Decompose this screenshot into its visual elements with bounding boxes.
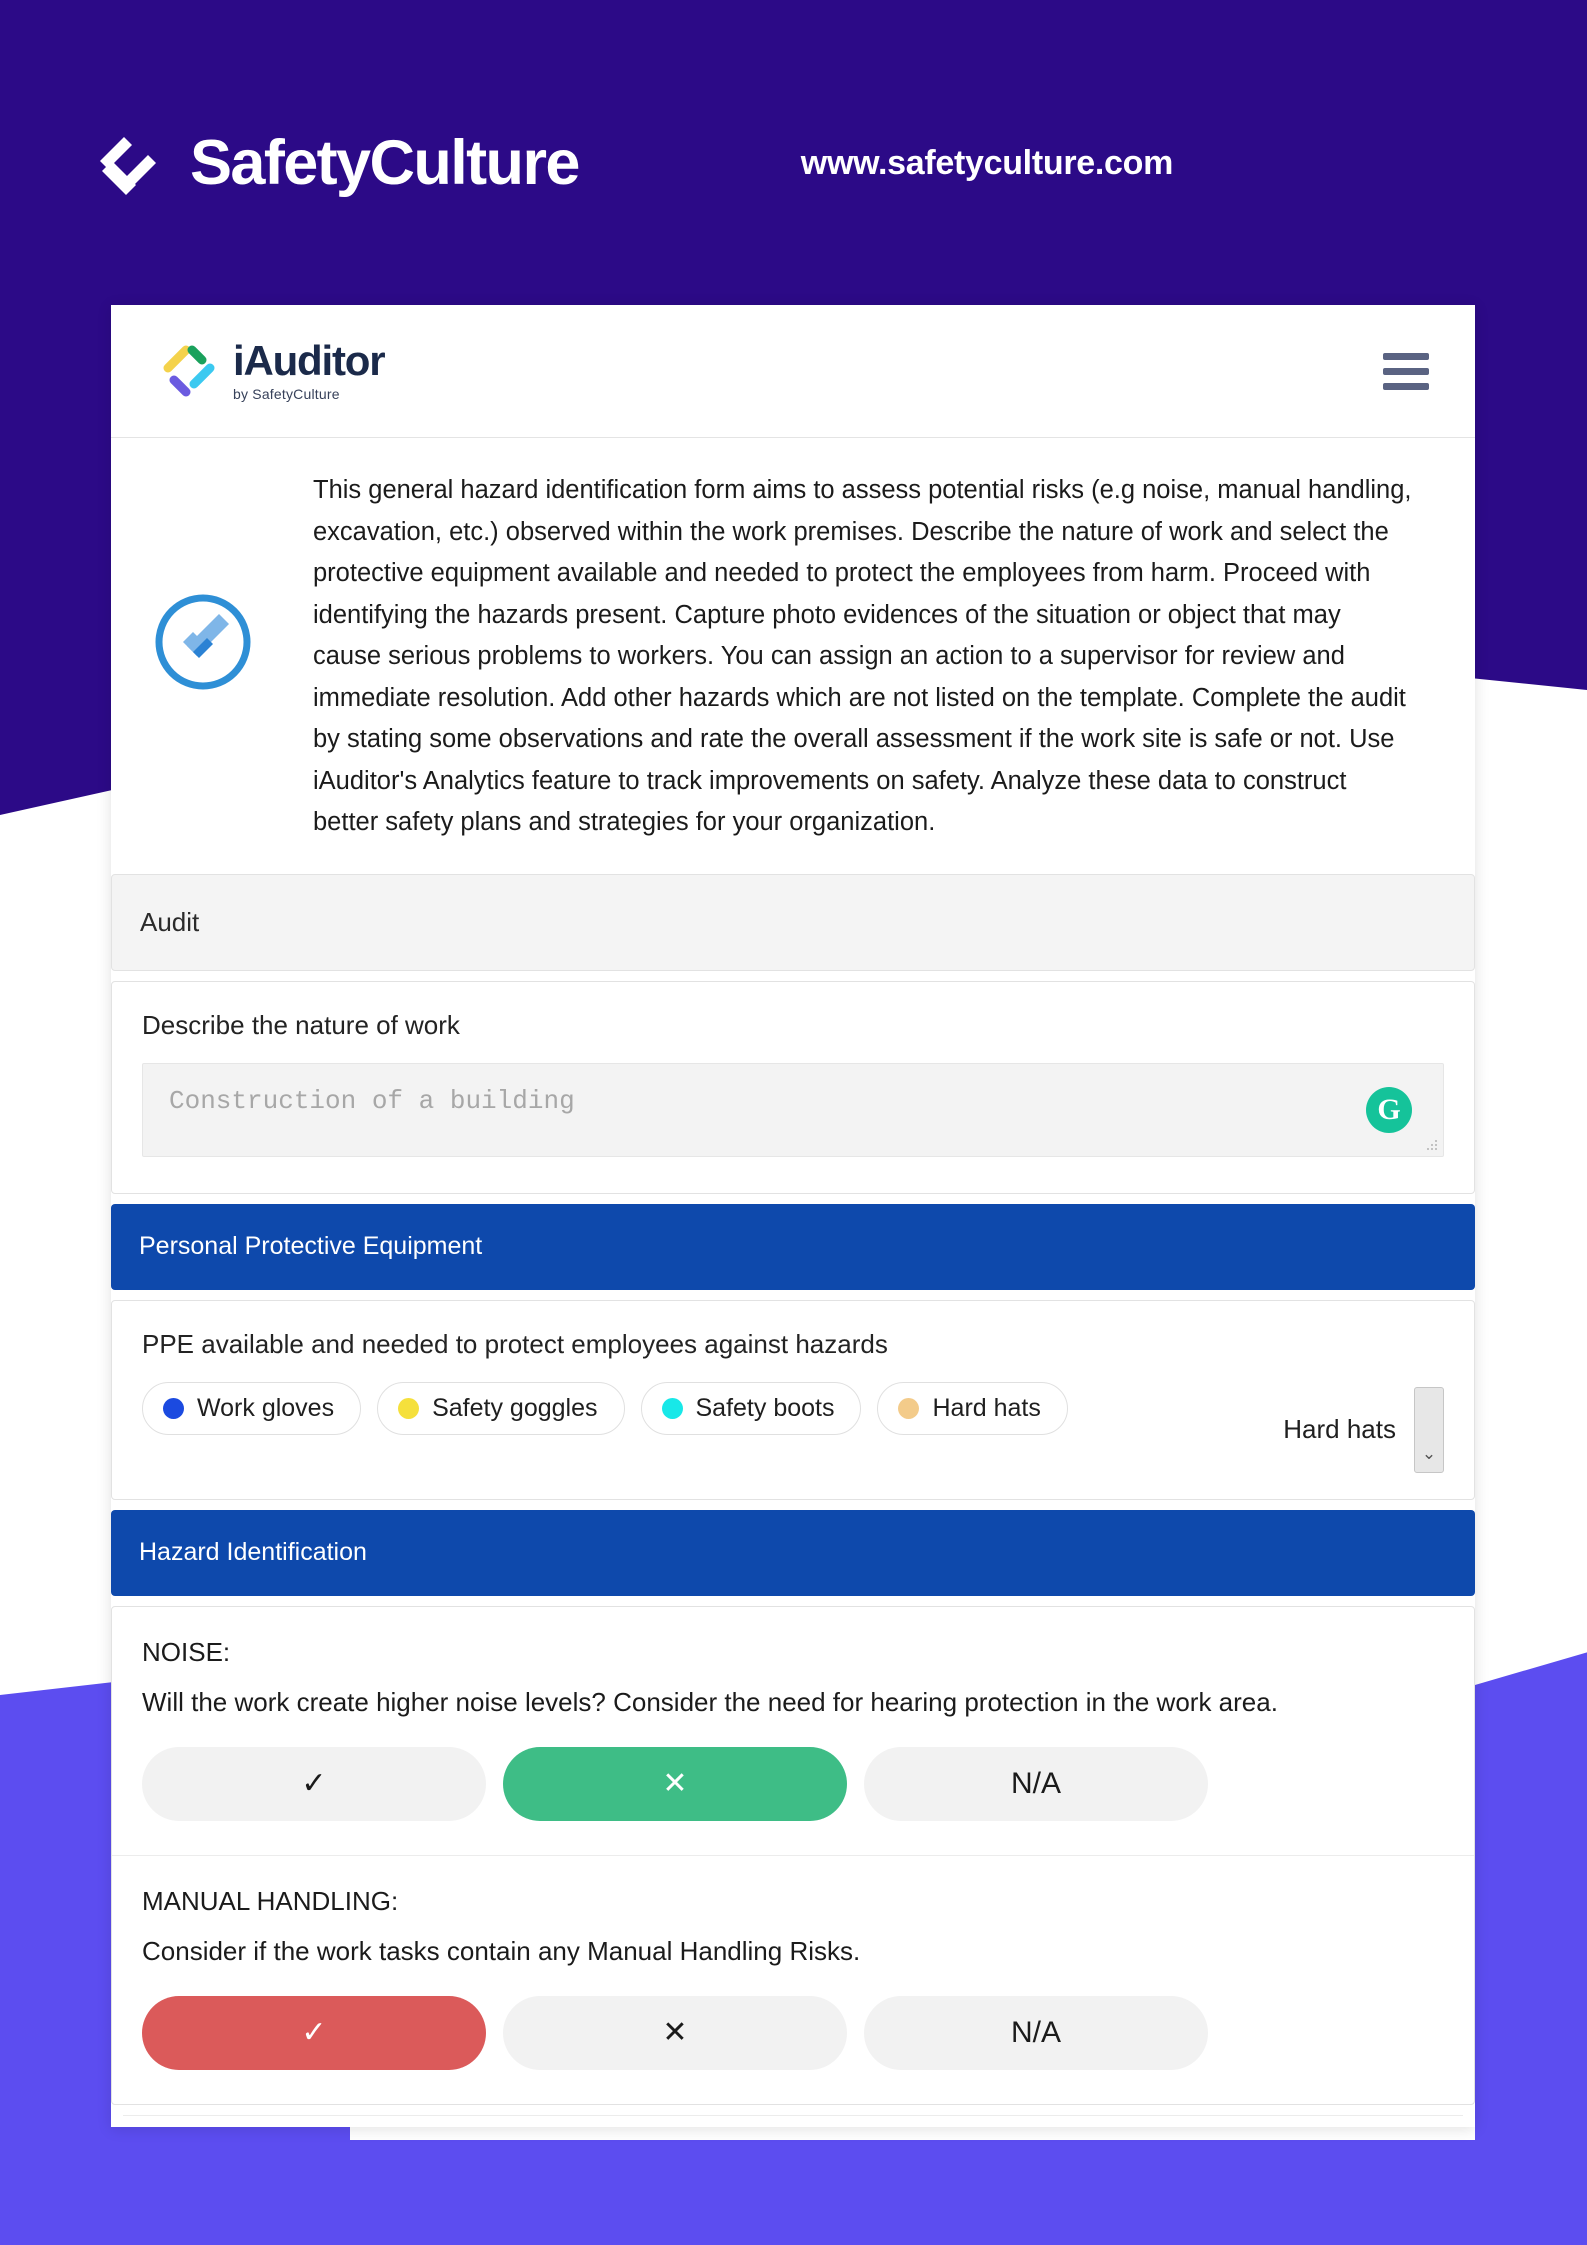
brand-wordmark: SafetyCulture [190, 127, 580, 198]
ppe-color-dot [661, 1397, 683, 1419]
ppe-chip-label: Hard hats [932, 1393, 1041, 1422]
hazard-question-title: MANUAL HANDLING: [142, 1885, 399, 1916]
hamburger-bar [1383, 352, 1429, 360]
answer-option-na[interactable]: N/A [864, 1995, 1208, 2070]
ppe-dropdown[interactable]: Hard hats ⌄ [1253, 1329, 1444, 1473]
template-description-text: This general hazard identification form … [313, 476, 1412, 836]
hamburger-menu-icon[interactable] [1383, 352, 1429, 390]
section-header-hazard-label: Hazard Identification [139, 1538, 367, 1566]
ppe-selected-value: Hard hats [1283, 1414, 1396, 1444]
app-card: iAuditor by SafetyCulture This general h… [111, 305, 1475, 2127]
ppe-chip-safety-boots[interactable]: Safety boots [640, 1381, 862, 1435]
ppe-question: PPE available and needed to protect empl… [142, 1328, 888, 1359]
answer-option-no[interactable]: ✕ [503, 1995, 847, 2070]
answer-option-na[interactable]: N/A [864, 1746, 1208, 1821]
section-header-audit[interactable]: Audit [111, 873, 1475, 971]
answer-option-yes[interactable]: ✓ [142, 1995, 486, 2070]
ppe-chip-label: Work gloves [197, 1393, 335, 1422]
answer-option-yes[interactable]: ✓ [142, 1746, 486, 1821]
nature-of-work-input-wrap: Construction of a building G [112, 1041, 1474, 1193]
card-bottom-divider [123, 2114, 1463, 2116]
hazard-answer-group: ✓ ✕ N/A [142, 1746, 1444, 1821]
hazard-question-manual-handling: MANUAL HANDLING: Consider if the work ta… [112, 1854, 1474, 2104]
chevron-down-icon[interactable]: ⌄ [1414, 1386, 1444, 1473]
hazard-question-noise: NOISE: Will the work create higher noise… [112, 1607, 1474, 1855]
background-shape-purple-bottom [0, 2140, 1587, 2245]
hazard-answer-group: ✓ ✕ N/A [142, 1995, 1444, 2070]
ppe-color-dot [398, 1397, 420, 1419]
resize-grip-icon[interactable] [1426, 1139, 1438, 1151]
ppe-option-chips: Work gloves Safety goggles Safety boots [142, 1381, 1253, 1435]
na-label: N/A [1010, 2015, 1061, 2049]
safetyculture-chevron-logo-icon [92, 127, 164, 199]
section-header-audit-label: Audit [140, 906, 200, 937]
app-bar: iAuditor by SafetyCulture [111, 305, 1475, 438]
iauditor-text: iAuditor by SafetyCulture [233, 337, 386, 403]
ppe-chip-hard-hats[interactable]: Hard hats [877, 1381, 1068, 1435]
template-description-block: This general hazard identification form … [111, 438, 1475, 874]
ppe-color-dot [163, 1397, 184, 1419]
hamburger-bar [1383, 367, 1429, 375]
nature-of-work-textarea[interactable]: Construction of a building [142, 1062, 1444, 1157]
ppe-panel: PPE available and needed to protect empl… [111, 1299, 1475, 1500]
nature-of-work-label: Describe the nature of work [142, 1009, 460, 1040]
ppe-chip-work-gloves[interactable]: Work gloves [142, 1381, 362, 1435]
app-name: iAuditor [233, 337, 386, 384]
iauditor-logo[interactable]: iAuditor by SafetyCulture [161, 337, 386, 403]
na-label: N/A [1010, 1766, 1061, 1800]
check-icon: ✓ [301, 2015, 327, 2049]
grammarly-icon[interactable]: G [1366, 1086, 1412, 1133]
brand-url: www.safetyculture.com [800, 143, 1174, 182]
hazard-question-title: NOISE: [142, 1636, 231, 1667]
ppe-chip-safety-goggles[interactable]: Safety goggles [377, 1381, 625, 1435]
ppe-color-dot [898, 1397, 920, 1419]
hazard-question-description: Will the work create higher noise levels… [142, 1686, 1278, 1717]
hazard-question-description: Consider if the work tasks contain any M… [142, 1935, 861, 1966]
check-icon: ✓ [301, 1766, 327, 1800]
iauditor-diamond-logo-icon [161, 343, 217, 399]
blue-check-circle-icon [151, 460, 255, 699]
ppe-chip-label: Safety boots [695, 1393, 835, 1422]
ppe-body: PPE available and needed to protect empl… [112, 1301, 1474, 1499]
nature-of-work-panel: Describe the nature of work Construction… [111, 980, 1475, 1194]
hamburger-bar [1383, 382, 1429, 390]
ppe-left: PPE available and needed to protect empl… [142, 1329, 1253, 1435]
cross-icon: ✕ [662, 2015, 688, 2049]
page-root: SafetyCulture www.safetyculture.com iAud… [0, 0, 1587, 2245]
app-byline: by SafetyCulture [233, 386, 340, 402]
ppe-chip-label: Safety goggles [432, 1393, 598, 1422]
section-header-hazard[interactable]: Hazard Identification [111, 1509, 1475, 1596]
answer-option-no[interactable]: ✕ [503, 1746, 847, 1821]
hazard-questions-panel: NOISE: Will the work create higher noise… [111, 1605, 1475, 2105]
brand-header: SafetyCulture www.safetyculture.com [92, 118, 1492, 208]
section-header-ppe-label: Personal Protective Equipment [139, 1232, 483, 1260]
cross-icon: ✕ [662, 1766, 688, 1800]
section-header-ppe[interactable]: Personal Protective Equipment [111, 1203, 1475, 1290]
